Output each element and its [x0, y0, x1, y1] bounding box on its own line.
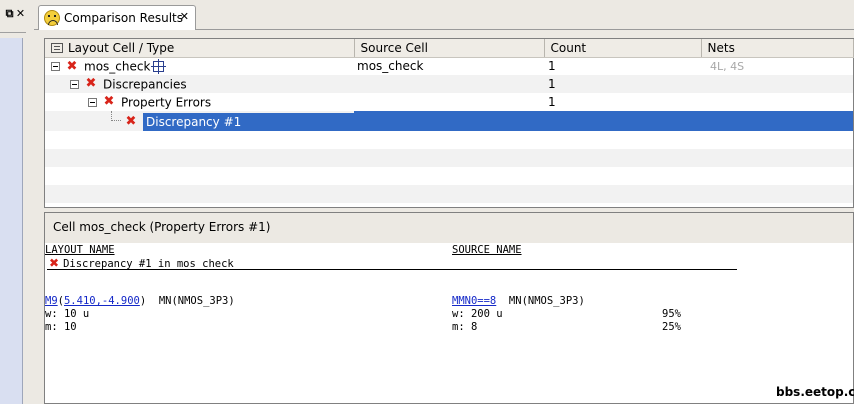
- column-header-layout-cell[interactable]: Layout Cell / Type: [45, 39, 355, 58]
- left-panel: ⧉ ✕: [0, 0, 34, 404]
- error-icon: ✖: [85, 76, 97, 92]
- layout-device-type: MN(NMOS_3P3): [158, 295, 235, 307]
- error-icon: ✖: [49, 256, 60, 270]
- watermark-text: bbs.eetop.cn: [776, 385, 854, 399]
- tree-node-label: mos_check: [84, 59, 151, 74]
- table-row[interactable]: ✖ Discrepancies 1: [45, 75, 853, 93]
- nets-value: [701, 75, 853, 93]
- discrepancy-line[interactable]: ✖ Discrepancy #1 in mos_check: [49, 256, 234, 270]
- w-percent-difference: 95%: [662, 308, 681, 320]
- divider: [0, 32, 26, 33]
- layout-device-line: M9(5.410,-4.900) MN(NMOS_3P3): [45, 295, 235, 307]
- collapse-toggle[interactable]: [88, 97, 97, 107]
- count-value: 1: [548, 59, 556, 74]
- table-row-selected[interactable]: ✖ Discrepancy #1: [45, 111, 853, 131]
- count-value: [544, 111, 701, 131]
- source-device-link[interactable]: MMN0==8: [452, 295, 496, 307]
- tree-node-label: Discrepancy #1: [143, 112, 354, 131]
- sad-face-icon: [44, 10, 60, 26]
- nets-value: 4L, 4S: [710, 59, 745, 73]
- tab-strip: Comparison Results ✕: [34, 0, 854, 34]
- source-cell-value: [354, 93, 544, 111]
- column-header-count[interactable]: Count: [544, 39, 702, 58]
- source-w-value: w: 200 u: [452, 308, 503, 320]
- close-icon[interactable]: ✕: [15, 7, 26, 21]
- count-value: 1: [548, 95, 556, 109]
- source-device-line: MMN0==8 MN(NMOS_3P3): [452, 295, 585, 307]
- column-header-source-cell[interactable]: Source Cell: [354, 39, 545, 58]
- left-panel-controls: ⧉ ✕: [4, 7, 28, 21]
- source-device-type: MN(NMOS_3P3): [508, 295, 585, 307]
- table-row-empty: [45, 131, 853, 149]
- source-name-heading: SOURCE NAME: [452, 244, 522, 256]
- m-percent-difference: 25%: [662, 321, 681, 333]
- table-icon: [51, 42, 63, 53]
- column-header-nets[interactable]: Nets: [701, 39, 854, 58]
- error-icon: ✖: [125, 113, 137, 129]
- detail-title: Cell mos_check (Property Errors #1): [53, 220, 271, 234]
- tab-comparison-results[interactable]: Comparison Results ✕: [38, 5, 196, 30]
- column-header-label: Layout Cell / Type: [68, 40, 175, 55]
- tree-branch-line: [111, 111, 121, 121]
- collapse-toggle[interactable]: [70, 79, 79, 89]
- restore-icon[interactable]: ⧉: [4, 7, 15, 21]
- divider: [47, 269, 737, 270]
- table-row-empty: [45, 167, 853, 185]
- source-cell-value: [354, 75, 544, 93]
- source-cell-value: [354, 111, 544, 131]
- nets-value: [701, 111, 853, 131]
- table-row-empty: [45, 148, 853, 167]
- source-m-value: m: 8: [452, 321, 478, 333]
- table-row[interactable]: ✖ Property Errors 1: [45, 93, 853, 111]
- layout-w-value: w: 10 u: [45, 308, 90, 320]
- error-icon: ✖: [103, 94, 115, 110]
- layout-coords-link[interactable]: 5.410,-4.900: [64, 295, 140, 307]
- layout-device-link[interactable]: M9: [45, 295, 58, 307]
- left-panel-content[interactable]: [0, 38, 23, 404]
- source-cell-value: mos_check: [357, 59, 424, 74]
- layout-m-value: m: 10: [45, 321, 77, 333]
- table-row-empty: [45, 184, 853, 203]
- tab-label: Comparison Results: [64, 11, 183, 25]
- detail-pane: Cell mos_check (Property Errors #1) LAYO…: [44, 212, 854, 404]
- error-icon: ✖: [66, 58, 78, 74]
- table-row[interactable]: ✖ mos_check mos_check 1 4L, 4S: [45, 57, 853, 75]
- count-value: 1: [544, 75, 701, 93]
- results-tree-table: Layout Cell / Type Source Cell Count Net…: [44, 38, 854, 208]
- tab-close-icon[interactable]: ✕: [180, 10, 189, 23]
- layout-name-heading: LAYOUT NAME: [45, 244, 115, 256]
- tree-node-label: Property Errors: [121, 95, 212, 110]
- selected-node-text: Discrepancy #1: [146, 114, 242, 129]
- detail-header: Cell mos_check (Property Errors #1): [45, 213, 853, 243]
- tree-node-label: Discrepancies: [103, 77, 187, 92]
- hierarchy-icon: [151, 59, 167, 74]
- nets-value: [701, 93, 853, 111]
- collapse-toggle[interactable]: [51, 62, 60, 71]
